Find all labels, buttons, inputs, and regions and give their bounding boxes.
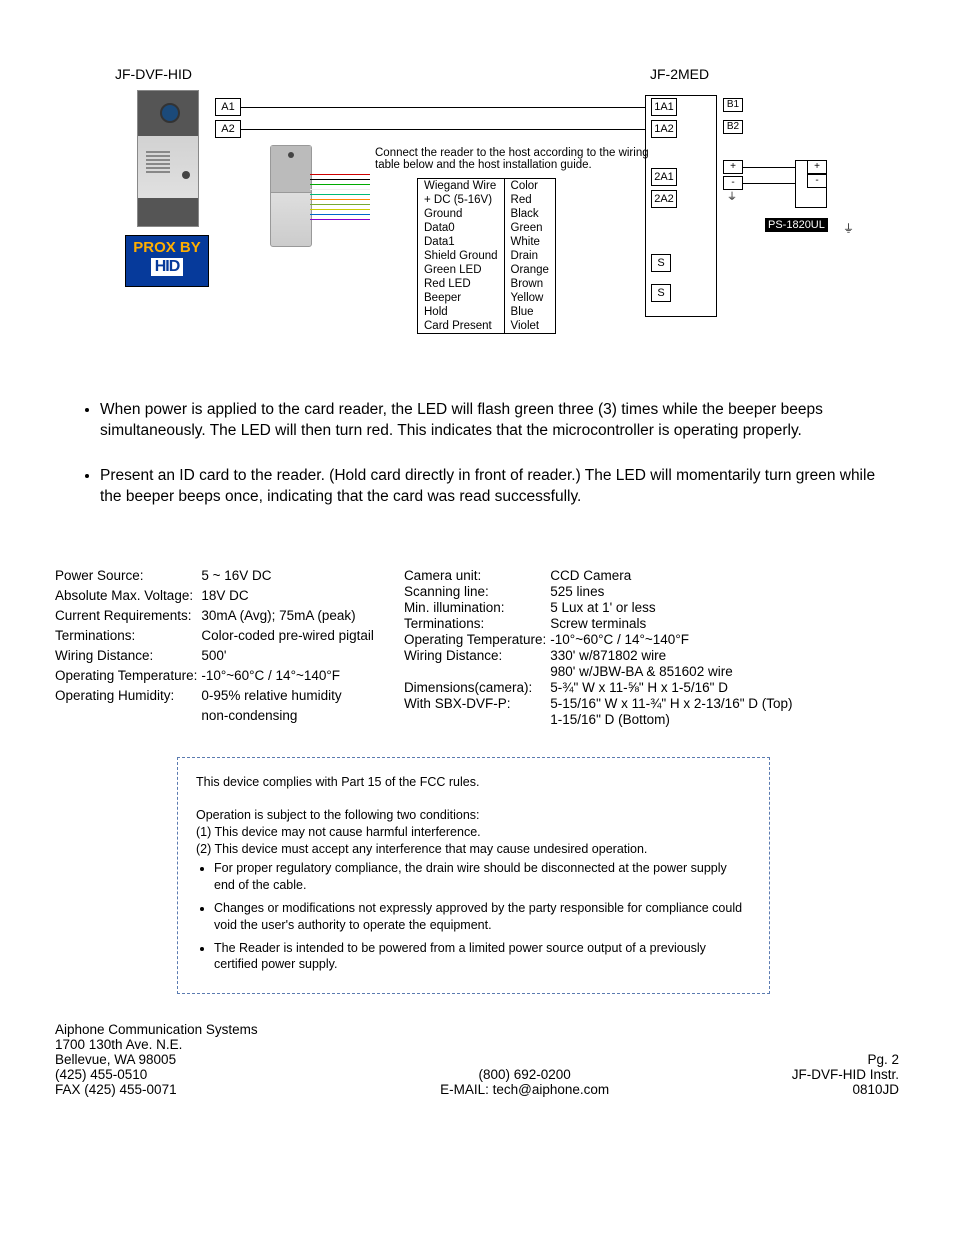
psu-graphic: + - (795, 160, 827, 208)
footer-tollfree: (800) 692-0200 (440, 1067, 609, 1082)
footer-right: Pg. 2 JF-DVF-HID Instr. 0810JD (792, 1052, 899, 1097)
footer-left: Aiphone Communication Systems 1700 130th… (55, 1022, 258, 1097)
spec-value: 5 Lux at 1' or less (550, 600, 792, 615)
spec-key: Camera unit: (404, 568, 546, 583)
footer-fax: FAX (425) 455-0071 (55, 1082, 258, 1097)
spec-key (404, 664, 546, 679)
psu-plus: + (807, 160, 827, 174)
prox-line2: HID (151, 258, 184, 276)
prox-line1: PROX BY (126, 239, 208, 256)
spec-key: Current Requirements: (55, 608, 197, 627)
spec-key: Terminations: (404, 616, 546, 631)
spec-key (55, 708, 197, 727)
footer-model: JF-DVF-HID Instr. (792, 1067, 899, 1082)
spec-value: -10°~60°C / 14°~140°F (201, 668, 374, 687)
footer-addr2: Bellevue, WA 98005 (55, 1052, 258, 1067)
fcc-bullet: Changes or modifications not expressly a… (214, 900, 751, 934)
spec-key: Operating Temperature: (404, 632, 546, 647)
footer-phone: (425) 455-0510 (55, 1067, 258, 1082)
spec-key: Scanning line: (404, 584, 546, 599)
pin-1a1: 1A1 (651, 98, 677, 116)
fcc-cond1: (1) This device may not cause harmful in… (196, 824, 751, 841)
spec-key: Terminations: (55, 628, 197, 647)
pin-a1: A1 (215, 98, 241, 116)
instruction-item: Present an ID card to the reader. (Hold … (100, 466, 880, 508)
specs-right-column: Camera unit: CCD Camera Scanning line: 525 … (404, 568, 793, 727)
specs-left-column: Power Source:5 ~ 16V DCAbsolute Max. Vol… (55, 568, 374, 727)
psu-label: PS-1820UL (765, 218, 828, 232)
spec-value: 30mA (Avg); 75mA (peak) (201, 608, 374, 627)
specifications: Power Source:5 ~ 16V DCAbsolute Max. Vol… (55, 568, 899, 727)
instruction-list: When power is applied to the card reader… (100, 400, 899, 508)
ground-icon: ⏚ (843, 220, 854, 236)
connect-text: Connect the reader to the host according… (375, 147, 655, 171)
fcc-line1: This device complies with Part 15 of the… (196, 774, 751, 791)
pin-2a2: 2A2 (651, 190, 677, 208)
pin-b2: B2 (723, 120, 743, 134)
door-station-graphic (137, 90, 199, 227)
footer-page: Pg. 2 (792, 1052, 899, 1067)
spec-key: Operating Temperature: (55, 668, 197, 687)
fcc-cond2: (2) This device must accept any interfer… (196, 841, 751, 858)
spec-key: Operating Humidity: (55, 688, 197, 707)
reader-graphic (270, 145, 312, 247)
spec-value: 1-15/16" D (Bottom) (550, 712, 792, 727)
fcc-notice: This device complies with Part 15 of the… (177, 757, 770, 995)
wiring-diagram: JF-DVF-HID JF-2MED PROX BY HID A1 A2 Con… (55, 60, 895, 360)
diagram-left-label: JF-DVF-HID (115, 66, 192, 82)
psu-minus: - (807, 174, 827, 188)
footer-middle: (800) 692-0200 E-MAIL: tech@aiphone.com (440, 1067, 609, 1097)
pin-s2: S (651, 284, 671, 302)
wiegand-th-1: Color (504, 179, 555, 194)
spec-value: Screw terminals (550, 616, 792, 631)
spec-value: 18V DC (201, 588, 374, 607)
spec-value: 5 ~ 16V DC (201, 568, 374, 587)
fcc-bullet: For proper regulatory compliance, the dr… (214, 860, 751, 894)
wiegand-th-0: Wiegand Wire (418, 179, 505, 194)
spec-value: 980' w/JBW-BA & 851602 wire (550, 664, 792, 679)
page-footer: Aiphone Communication Systems 1700 130th… (55, 1022, 899, 1097)
spec-value: 5-15/16" W x 11-¾" H x 2-13/16" D (Top) (550, 696, 792, 711)
fcc-bullet: The Reader is intended to be powered fro… (214, 940, 751, 974)
spec-value: 500' (201, 648, 374, 667)
footer-addr1: 1700 130th Ave. N.E. (55, 1037, 258, 1052)
spec-key: Wiring Distance: (55, 648, 197, 667)
pin-2a1: 2A1 (651, 168, 677, 186)
diagram-right-label: JF-2MED (650, 66, 709, 82)
pin-plus: + (723, 160, 743, 174)
spec-value: 5-¾" W x 11-⅝" H x 1-5/16" D (550, 680, 792, 695)
pin-a2: A2 (215, 120, 241, 138)
footer-email: E-MAIL: tech@aiphone.com (440, 1082, 609, 1097)
pin-b1: B1 (723, 98, 743, 112)
pin-minus: - (723, 176, 743, 190)
spec-key: Power Source: (55, 568, 197, 587)
fcc-line2: Operation is subject to the following tw… (196, 807, 751, 824)
spec-key: Min. illumination: (404, 600, 546, 615)
pin-1a2: 1A2 (651, 120, 677, 138)
wiegand-table: Wiegand Wire Color + DC (5-16V)RedGround… (417, 178, 556, 334)
pin-s1: S (651, 254, 671, 272)
spec-value: 0-95% relative humidity (201, 688, 374, 707)
spec-key: Wiring Distance: (404, 648, 546, 663)
spec-key: Absolute Max. Voltage: (55, 588, 197, 607)
spec-value: 525 lines (550, 584, 792, 599)
spec-value: 330' w/871802 wire (550, 648, 792, 663)
spec-value: non-condensing (201, 708, 374, 727)
footer-company: Aiphone Communication Systems (55, 1022, 258, 1037)
spec-value: -10°~60°C / 14°~140°F (550, 632, 792, 647)
footer-rev: 0810JD (792, 1082, 899, 1097)
spec-key: Dimensions(camera): (404, 680, 546, 695)
prox-badge: PROX BY HID (125, 235, 209, 287)
spec-key: With SBX-DVF-P: (404, 696, 546, 711)
spec-value: Color-coded pre-wired pigtail (201, 628, 374, 647)
instruction-item: When power is applied to the card reader… (100, 400, 880, 442)
spec-value: CCD Camera (550, 568, 792, 583)
spec-key (404, 712, 546, 727)
